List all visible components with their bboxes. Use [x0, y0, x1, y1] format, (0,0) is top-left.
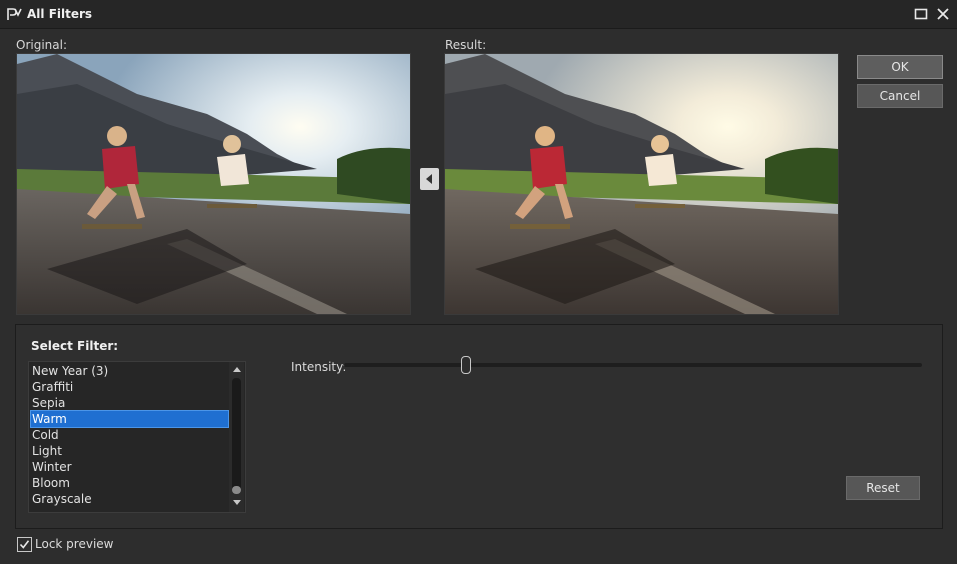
app-logo-icon: [7, 8, 22, 20]
original-label: Original:: [16, 38, 67, 52]
list-item-light[interactable]: Light: [31, 443, 228, 459]
list-item-graffiti[interactable]: Graffiti: [31, 379, 228, 395]
select-filter-label: Select Filter:: [31, 339, 119, 353]
lock-preview-label: Lock preview: [35, 537, 114, 551]
original-preview-image: [16, 53, 411, 315]
list-item-winter[interactable]: Winter: [31, 459, 228, 475]
intensity-slider-thumb[interactable]: [461, 356, 472, 374]
filter-list-scrollbar[interactable]: [229, 362, 244, 512]
list-item-warm[interactable]: Warm: [30, 410, 229, 428]
window-title: All Filters: [27, 7, 93, 21]
copy-result-arrow-button[interactable]: [420, 168, 439, 190]
filter-list[interactable]: New Year (3) Graffiti Sepia Warm Cold Li…: [28, 361, 246, 513]
scroll-thumb-end: [232, 486, 241, 494]
list-item-sepia[interactable]: Sepia: [31, 395, 228, 411]
title-bar: All Filters: [0, 0, 957, 29]
result-preview-image: [444, 53, 839, 315]
scroll-up-icon[interactable]: [233, 367, 241, 372]
list-item-cold[interactable]: Cold: [31, 427, 228, 443]
intensity-label: Intensity:: [291, 360, 347, 374]
intensity-slider-track[interactable]: [344, 363, 922, 367]
lock-preview-checkbox[interactable]: [17, 537, 32, 552]
cancel-button[interactable]: Cancel: [857, 84, 943, 108]
scroll-thumb[interactable]: [232, 378, 241, 494]
list-item-bloom[interactable]: Bloom: [31, 475, 228, 491]
reset-button[interactable]: Reset: [846, 476, 920, 500]
maximize-icon[interactable]: [913, 6, 929, 22]
list-item-grayscale[interactable]: Grayscale: [31, 491, 228, 507]
list-item-new-year[interactable]: New Year (3): [31, 363, 228, 379]
result-label: Result:: [445, 38, 487, 52]
checkmark-icon: [19, 540, 30, 549]
close-icon[interactable]: [935, 6, 951, 22]
ok-button[interactable]: OK: [857, 55, 943, 79]
scroll-down-icon[interactable]: [233, 500, 241, 505]
